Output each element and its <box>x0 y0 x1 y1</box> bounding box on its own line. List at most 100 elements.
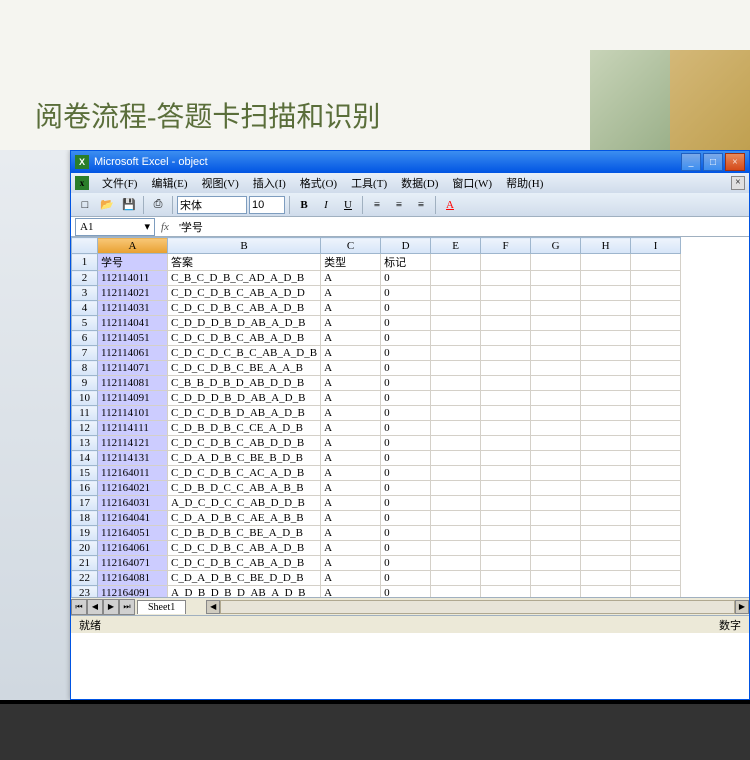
cell[interactable] <box>531 376 581 391</box>
cell[interactable]: A <box>321 451 381 466</box>
cell[interactable] <box>531 391 581 406</box>
cell[interactable] <box>631 556 681 571</box>
cell[interactable]: C_D_B_D_B_C_BE_A_D_B <box>168 526 321 541</box>
menu-tools[interactable]: 工具(T) <box>345 173 393 193</box>
cell[interactable]: 112164071 <box>98 556 168 571</box>
cell[interactable]: 类型 <box>321 254 381 271</box>
row-header-23[interactable]: 23 <box>72 586 98 598</box>
cell[interactable]: A <box>321 556 381 571</box>
cell[interactable]: 112164011 <box>98 466 168 481</box>
cell[interactable] <box>481 361 531 376</box>
cell[interactable]: 0 <box>381 481 431 496</box>
cell[interactable]: C_D_C_D_B_C_AB_A_D_B <box>168 556 321 571</box>
cell[interactable] <box>581 466 631 481</box>
cell[interactable] <box>431 481 481 496</box>
cell[interactable]: 0 <box>381 586 431 598</box>
cell[interactable]: 112114081 <box>98 376 168 391</box>
cell[interactable] <box>481 541 531 556</box>
new-icon[interactable]: □ <box>75 195 95 215</box>
cell[interactable] <box>631 511 681 526</box>
row-header-21[interactable]: 21 <box>72 556 98 571</box>
menu-edit[interactable]: 编辑(E) <box>145 173 193 193</box>
cell[interactable] <box>631 451 681 466</box>
save-icon[interactable]: 💾 <box>119 195 139 215</box>
column-header-F[interactable]: F <box>481 238 531 254</box>
cell[interactable] <box>481 481 531 496</box>
name-box[interactable]: A1▾ <box>75 218 155 236</box>
cell[interactable] <box>531 586 581 598</box>
cell[interactable]: A <box>321 436 381 451</box>
horizontal-scrollbar[interactable]: ◀ ▶ <box>206 600 749 614</box>
cell[interactable] <box>531 316 581 331</box>
cell[interactable]: 112114061 <box>98 346 168 361</box>
menu-file[interactable]: 文件(F) <box>96 173 143 193</box>
row-header-12[interactable]: 12 <box>72 421 98 436</box>
cell[interactable]: A <box>321 526 381 541</box>
cell[interactable]: 112114111 <box>98 421 168 436</box>
cell[interactable] <box>631 586 681 598</box>
cell[interactable]: C_D_C_D_B_C_AB_A_D_B <box>168 301 321 316</box>
cell[interactable]: 112114071 <box>98 361 168 376</box>
menu-data[interactable]: 数据(D) <box>395 173 444 193</box>
cell[interactable] <box>581 361 631 376</box>
row-header-4[interactable]: 4 <box>72 301 98 316</box>
bold-icon[interactable]: B <box>294 195 314 215</box>
cell[interactable] <box>481 571 531 586</box>
cell[interactable]: A <box>321 496 381 511</box>
cell[interactable]: C_B_C_D_B_C_AD_A_D_B <box>168 271 321 286</box>
cell[interactable]: A <box>321 331 381 346</box>
cell[interactable] <box>631 436 681 451</box>
cell[interactable]: C_D_C_D_C_B_C_AB_A_D_B <box>168 346 321 361</box>
cell[interactable]: 112114031 <box>98 301 168 316</box>
row-header-9[interactable]: 9 <box>72 376 98 391</box>
cell[interactable]: A <box>321 511 381 526</box>
row-header-13[interactable]: 13 <box>72 436 98 451</box>
cell[interactable]: 112114101 <box>98 406 168 421</box>
cell[interactable]: A <box>321 316 381 331</box>
cell[interactable] <box>431 556 481 571</box>
cell[interactable] <box>581 511 631 526</box>
cell[interactable]: C_D_D_D_B_D_AB_A_D_B <box>168 391 321 406</box>
cell[interactable]: A <box>321 271 381 286</box>
cell[interactable] <box>431 286 481 301</box>
cell[interactable] <box>431 361 481 376</box>
cell[interactable] <box>631 331 681 346</box>
cell[interactable] <box>431 316 481 331</box>
cell[interactable] <box>481 286 531 301</box>
cell[interactable]: 112114021 <box>98 286 168 301</box>
close-button[interactable]: × <box>725 153 745 171</box>
select-all-corner[interactable] <box>72 238 98 254</box>
cell[interactable] <box>481 451 531 466</box>
column-header-A[interactable]: A <box>98 238 168 254</box>
cell[interactable] <box>481 406 531 421</box>
cell[interactable]: C_D_D_D_B_D_AB_A_D_B <box>168 316 321 331</box>
cell[interactable]: C_D_A_D_B_C_BE_D_D_B <box>168 571 321 586</box>
italic-icon[interactable]: I <box>316 195 336 215</box>
cell[interactable] <box>581 451 631 466</box>
cell[interactable] <box>581 254 631 271</box>
row-header-15[interactable]: 15 <box>72 466 98 481</box>
cell[interactable] <box>481 556 531 571</box>
cell[interactable] <box>431 541 481 556</box>
scroll-left-icon[interactable]: ◀ <box>206 600 220 614</box>
cell[interactable]: C_D_C_D_B_D_AB_A_D_B <box>168 406 321 421</box>
cell[interactable] <box>531 571 581 586</box>
cell[interactable] <box>431 571 481 586</box>
cell[interactable]: 0 <box>381 496 431 511</box>
cell[interactable]: 112114041 <box>98 316 168 331</box>
align-left-icon[interactable]: ≡ <box>367 195 387 215</box>
menu-window[interactable]: 窗口(W) <box>446 173 498 193</box>
cell[interactable] <box>481 376 531 391</box>
cell[interactable]: A <box>321 541 381 556</box>
cell[interactable]: A_D_C_D_C_C_AB_D_D_B <box>168 496 321 511</box>
doc-close-button[interactable]: × <box>731 176 745 190</box>
row-header-5[interactable]: 5 <box>72 316 98 331</box>
cell[interactable]: A <box>321 466 381 481</box>
cell[interactable] <box>581 376 631 391</box>
cell[interactable] <box>531 406 581 421</box>
cell[interactable] <box>531 511 581 526</box>
cell[interactable] <box>481 421 531 436</box>
row-header-7[interactable]: 7 <box>72 346 98 361</box>
cell[interactable] <box>631 391 681 406</box>
cell[interactable]: A <box>321 376 381 391</box>
